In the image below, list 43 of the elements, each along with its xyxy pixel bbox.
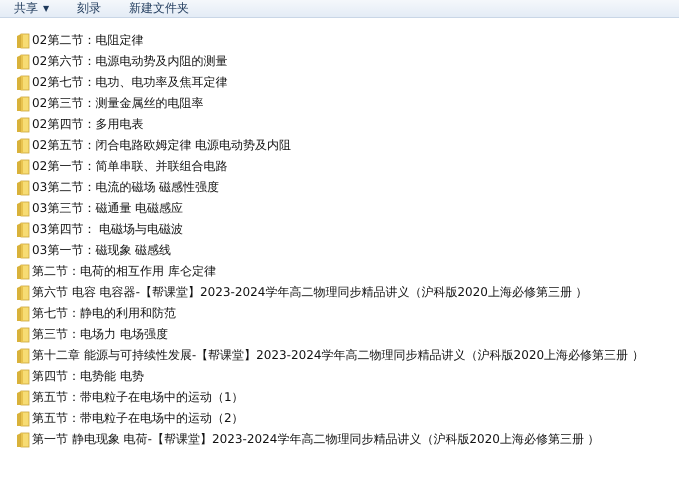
folder-name[interactable]: 02第五节：闭合电路欧姆定律 电源电动势及内阻 (32, 137, 292, 154)
folder-name[interactable]: 03第三节：磁通量 电磁感应 (32, 200, 184, 217)
folder-name[interactable]: 02第二节：电阻定律 (32, 32, 144, 49)
folder-icon (16, 432, 30, 448)
folder-name[interactable]: 02第六节：电源电动势及内阻的测量 (32, 53, 228, 70)
folder-name[interactable]: 第七节：静电的利用和防范 (32, 305, 176, 322)
folder-icon (16, 74, 30, 90)
folder-icon (16, 284, 30, 300)
folder-name[interactable]: 03第一节：磁现象 磁感线 (32, 242, 172, 259)
folder-icon (16, 390, 30, 406)
folder-icon (16, 222, 30, 238)
folder-icon (16, 158, 30, 174)
folder-icon (16, 348, 30, 364)
folder-icon (16, 180, 30, 196)
folder-icon (16, 200, 30, 216)
folder-icon (16, 32, 30, 48)
folder-name[interactable]: 第六节 电容 电容器-【帮课堂】2023-2024学年高二物理同步精品讲义（沪科版2020上海必修第三册 ） (32, 284, 588, 301)
folder-icon (16, 326, 30, 342)
folder-icon (16, 368, 30, 384)
folder-name[interactable]: 第十二章 能源与可持续性发展-【帮课堂】2023-2024学年高二物理同步精品讲义（沪科版2020上海必修第三册 ） (32, 347, 644, 364)
folder-icon (16, 138, 30, 154)
folder-icon (16, 410, 30, 426)
folder-name[interactable]: 03第二节：电流的磁场 磁感性强度 (32, 179, 220, 196)
folder-name[interactable]: 第四节：电势能 电势 (32, 368, 144, 385)
folder-name[interactable]: 第五节：带电粒子在电场中的运动（1） (32, 389, 244, 406)
folder-name[interactable]: 02第三节：测量金属丝的电阻率 (32, 95, 204, 112)
folder-icon (16, 54, 30, 70)
folder-icon (16, 116, 30, 132)
folder-name[interactable]: 第五节：带电粒子在电场中的运动（2） (32, 410, 244, 427)
toolbar-button[interactable]: 新建文件夹 (115, 0, 204, 17)
folder-icon (16, 306, 30, 322)
folder-icon (16, 264, 30, 280)
folder-name[interactable]: 03第四节： 电磁场与电磁波 (32, 221, 184, 238)
folder-name[interactable]: 第二节：电荷的相互作用 库仑定律 (32, 263, 216, 280)
folder-name[interactable]: 第三节：电场力 电场强度 (32, 326, 168, 343)
folder-icon (16, 96, 30, 112)
folder-name[interactable]: 第一节 静电现象 电荷-【帮课堂】2023-2024学年高二物理同步精品讲义（沪科版2020上海必修第三册 ） (32, 431, 600, 448)
folder-name[interactable]: 02第一节：简单串联、并联组合电路 (32, 158, 228, 175)
folder-icon (16, 242, 30, 258)
toolbar-button[interactable]: 共享 ▼ (0, 0, 64, 17)
folder-name[interactable]: 02第七节：电功、电功率及焦耳定律 (32, 74, 228, 91)
toolbar-button[interactable]: 刻录 (63, 0, 116, 17)
folder-name[interactable]: 02第四节：多用电表 (32, 116, 144, 133)
